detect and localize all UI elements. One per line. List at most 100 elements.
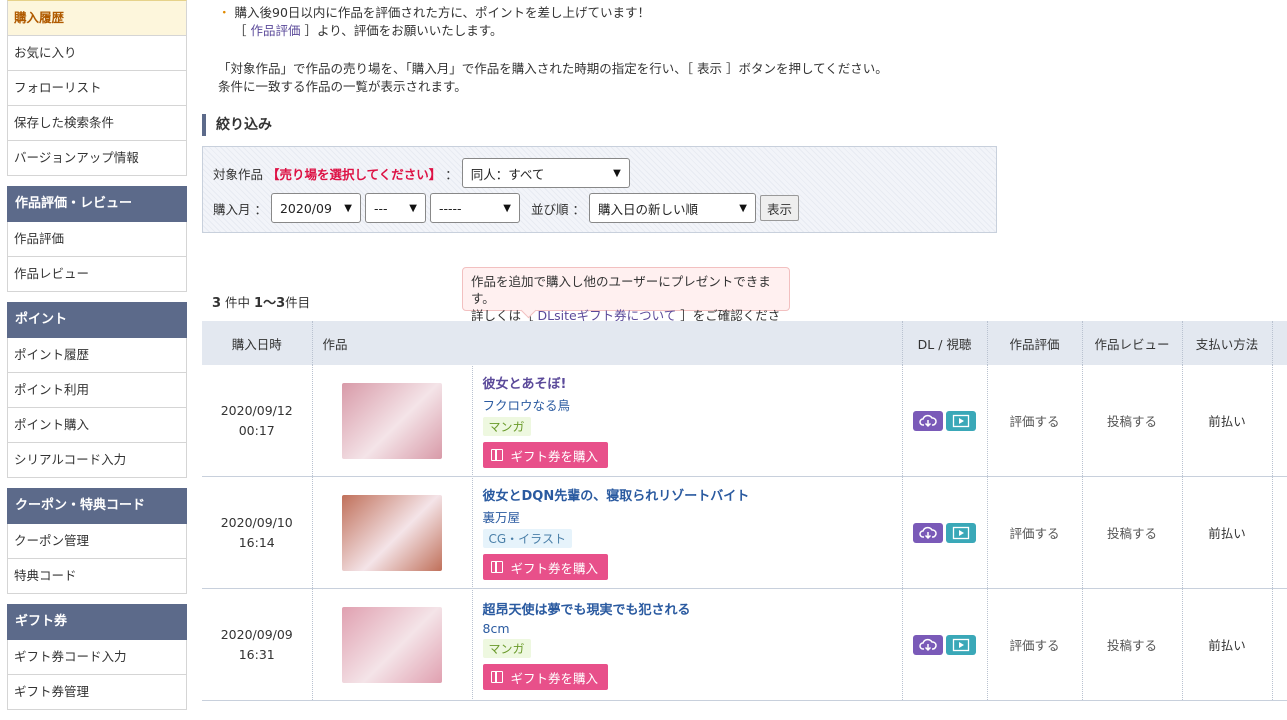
play-icon[interactable] <box>946 410 976 431</box>
dl-buttons <box>913 410 976 431</box>
play-icon[interactable] <box>946 522 976 543</box>
gift-icon <box>490 561 503 573</box>
rate-link[interactable]: 評価する <box>1009 638 1059 653</box>
buy-gift-button[interactable]: ギフト券を購入 <box>482 442 609 468</box>
sidebar-item-saved-search[interactable]: 保存した検索条件 <box>7 106 187 141</box>
gift-button-label: ギフト券を購入 <box>510 448 599 464</box>
count-total: 3 <box>212 296 222 311</box>
purchase-date-cell: 2020/09/09 16:31 <box>202 588 313 701</box>
review-cell: 投稿する <box>1082 588 1183 701</box>
month-label: 購入月 ： <box>213 201 267 217</box>
header-payment: 支払い方法 <box>1182 321 1273 365</box>
sidebar-item-work-review[interactable]: 作品レビュー <box>7 257 187 292</box>
dl-buttons <box>913 634 976 655</box>
work-thumbnail[interactable] <box>313 366 473 475</box>
sidebar-item-version-info[interactable]: バージョンアップ情報 <box>7 141 187 176</box>
rating-cell: 評価する <box>987 365 1083 477</box>
dl-cell <box>902 365 988 477</box>
sidebar-group-coupon: クーポン・特典コード クーポン管理 特典コード <box>7 488 187 594</box>
review-link[interactable]: 投稿する <box>1107 414 1157 429</box>
gift-tooltip: 作品を追加で購入し他のユーザーにプレゼントできます。 詳しくは［ DLsiteギ… <box>462 267 790 340</box>
sidebar-item-purchase-history[interactable]: 購入履歴 <box>7 0 187 36</box>
purchase-date: 2020/09/09 <box>220 626 293 642</box>
work-title-link[interactable]: 彼女とDQN先輩の、寝取られリゾートバイト <box>483 485 750 504</box>
sidebar-item-gift-code[interactable]: ギフト券コード入力 <box>7 640 187 675</box>
maker-link[interactable]: 8cm <box>483 621 691 636</box>
sidebar-item-favorites[interactable]: お気に入り <box>7 36 187 71</box>
work-title-link[interactable]: 彼女とあそぼ! <box>483 373 609 392</box>
target-select[interactable]: 同人：すべて ▼ <box>461 158 630 188</box>
work-info: 彼女とDQN先輩の、寝取られリゾートバイト 裏万屋 CG・イラスト ギフト券を購… <box>313 478 902 587</box>
rating-cell: 評価する <box>987 588 1083 701</box>
work-info: 彼女とあそぼ! フクロウなる鳥 マンガ ギフト券を購入 <box>313 366 902 475</box>
work-cell: 彼女とあそぼ! フクロウなる鳥 マンガ ギフト券を購入 <box>312 365 903 477</box>
bracket-open: ［ <box>234 23 247 38</box>
table-row: 2020/09/09 16:31 超昂天使は夢でも現実でも犯される 8cm マン… <box>202 588 1287 701</box>
download-icon[interactable] <box>913 522 943 543</box>
sidebar-group-review: 作品評価・レビュー 作品評価 作品レビュー <box>7 186 187 292</box>
day-value: --- <box>373 200 388 216</box>
work-thumbnail[interactable] <box>313 590 473 699</box>
work-details: 彼女とあそぼ! フクロウなる鳥 マンガ ギフト券を購入 <box>473 373 609 468</box>
genre-badge: マンガ <box>482 639 531 658</box>
sidebar-item-point-history[interactable]: ポイント履歴 <box>7 338 187 373</box>
genre-badge: マンガ <box>482 417 531 436</box>
review-cell: 投稿する <box>1082 365 1183 477</box>
header-extra <box>1272 321 1287 365</box>
purchase-date: 2020/09/12 <box>220 402 293 418</box>
sidebar-item-point-purchase[interactable]: ポイント購入 <box>7 408 187 443</box>
chevron-down-icon: ▼ <box>409 202 417 214</box>
chevron-down-icon: ▼ <box>613 167 621 179</box>
sidebar-item-bonus-code[interactable]: 特典コード <box>7 559 187 594</box>
notice-line-2: ［ 作品評価 ］より、評価をお願いいたします。 <box>218 22 1287 40</box>
sidebar-item-point-use[interactable]: ポイント利用 <box>7 373 187 408</box>
buy-gift-button[interactable]: ギフト券を購入 <box>482 554 609 580</box>
payment-cell: 前払い <box>1182 476 1273 589</box>
extra-cell <box>1272 365 1287 477</box>
sidebar-item-work-rating[interactable]: 作品評価 <box>7 222 187 257</box>
sidebar-item-follow-list[interactable]: フォローリスト <box>7 71 187 106</box>
count-unit-2: 件目 <box>285 295 311 310</box>
sidebar-item-gift-manage[interactable]: ギフト券管理 <box>7 675 187 710</box>
work-thumbnail[interactable] <box>313 478 473 587</box>
maker-link[interactable]: フクロウなる鳥 <box>483 395 609 414</box>
sort-value: 購入日の新しい順 <box>597 201 698 217</box>
count-unit-1: 件中 <box>225 295 251 310</box>
dl-cell <box>902 476 988 589</box>
work-title-link[interactable]: 超昂天使は夢でも現実でも犯される <box>483 599 691 618</box>
play-icon[interactable] <box>946 634 976 655</box>
review-link[interactable]: 投稿する <box>1107 526 1157 541</box>
rate-link[interactable]: 評価する <box>1009 526 1059 541</box>
download-icon[interactable] <box>913 410 943 431</box>
sidebar-item-coupon-manage[interactable]: クーポン管理 <box>7 524 187 559</box>
buy-gift-button[interactable]: ギフト券を購入 <box>482 664 609 690</box>
work-rating-link[interactable]: 作品評価 <box>251 23 301 38</box>
extra-cell <box>1272 476 1287 589</box>
rating-cell: 評価する <box>987 476 1083 589</box>
extra-select[interactable]: ----- ▼ <box>429 193 520 223</box>
maker-link[interactable]: 裏万屋 <box>483 507 750 526</box>
header-review: 作品レビュー <box>1082 321 1183 365</box>
thumbnail-image <box>342 494 442 571</box>
day-select[interactable]: --- ▼ <box>364 193 426 223</box>
thumbnail-image <box>342 606 442 683</box>
show-button[interactable]: 表示 <box>759 195 799 221</box>
download-icon[interactable] <box>913 634 943 655</box>
header-rating: 作品評価 <box>987 321 1083 365</box>
payment-cell: 前払い <box>1182 588 1273 701</box>
chevron-down-icon: ▼ <box>503 202 511 214</box>
notice-text-tail: ］より、評価をお願いいたします。 <box>304 23 503 38</box>
dl-buttons <box>913 522 976 543</box>
extra-cell <box>1272 588 1287 701</box>
count-range: 1〜3 <box>254 296 286 311</box>
work-details: 超昂天使は夢でも現実でも犯される 8cm マンガ ギフト券を購入 <box>473 599 691 690</box>
purchase-date-cell: 2020/09/12 00:17 <box>202 365 313 477</box>
header-dl: DL / 視聴 <box>902 321 988 365</box>
target-label: 対象作品 <box>213 166 264 182</box>
sidebar-item-serial-code[interactable]: シリアルコード入力 <box>7 443 187 478</box>
sort-select[interactable]: 購入日の新しい順 ▼ <box>588 193 756 223</box>
rate-link[interactable]: 評価する <box>1009 414 1059 429</box>
target-select-value: 同人：すべて <box>470 166 545 182</box>
review-link[interactable]: 投稿する <box>1107 638 1157 653</box>
year-month-select[interactable]: 2020/09 ▼ <box>270 193 361 223</box>
